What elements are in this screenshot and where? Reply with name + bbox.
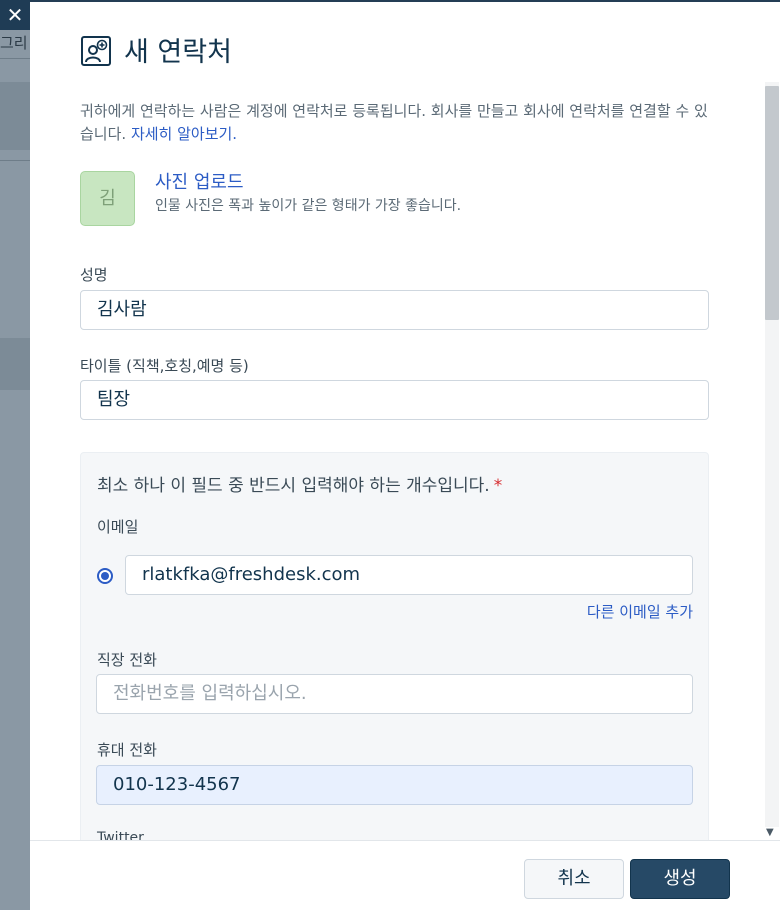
background-app: ✕ 그리: [0, 0, 30, 910]
upload-hint: 인물 사진은 폭과 높이가 같은 형태가 가장 좋습니다.: [155, 198, 462, 214]
title-label: 타이틀 (직책,호칭,예명 등): [80, 357, 249, 375]
panel-header: 새 연락처: [30, 2, 780, 82]
email-field[interactable]: rlatkfka@freshdesk.com: [125, 555, 693, 595]
scroll-down-icon[interactable]: ▼: [766, 827, 774, 838]
avatar: 김: [80, 171, 135, 226]
background-divider: [0, 160, 30, 161]
required-mark: *: [493, 476, 503, 496]
twitter-label: Twitter: [97, 830, 144, 840]
required-contact-group: 최소 하나 이 필드 중 반드시 입력해야 하는 개수입니다. * 이메일 rla…: [80, 452, 709, 840]
new-contact-panel: 새 연락처 귀하에게 연락하는 사람은 계정에 연락처로 등록됩니다. 회사를 …: [30, 0, 780, 910]
background-text: 그리: [0, 34, 28, 52]
name-label: 성명: [80, 266, 108, 284]
mobile-phone-field[interactable]: 010-123-4567: [96, 765, 693, 805]
form-scroll-area[interactable]: 귀하에게 연락하는 사람은 계정에 연락처로 등록됩니다. 회사를 만들고 회사…: [30, 82, 780, 840]
panel-footer: 취소 생성: [30, 840, 780, 910]
add-contact-icon: [81, 36, 111, 66]
upload-photo-link[interactable]: 사진 업로드: [155, 168, 244, 194]
work-phone-field[interactable]: 전화번호를 입력하십시오.: [96, 674, 693, 714]
background-band: [0, 338, 30, 390]
learn-more-link[interactable]: 자세히 알아보기.: [131, 125, 237, 143]
intro-text: 귀하에게 연락하는 사람은 계정에 연락처로 등록됩니다. 회사를 만들고 회사…: [80, 100, 720, 146]
primary-email-radio[interactable]: [97, 568, 113, 584]
group-heading: 최소 하나 이 필드 중 반드시 입력해야 하는 개수입니다. *: [97, 471, 502, 496]
background-divider: [0, 58, 30, 59]
title-field[interactable]: 팀장: [80, 380, 709, 420]
name-field[interactable]: 김사람: [80, 290, 709, 330]
cancel-button[interactable]: 취소: [524, 859, 624, 899]
email-label: 이메일: [97, 518, 139, 536]
work-phone-label: 직장 전화: [97, 651, 157, 669]
background-band: [0, 82, 30, 150]
group-heading-text: 최소 하나 이 필드 중 반드시 입력해야 하는 개수입니다.: [97, 476, 490, 496]
add-email-link[interactable]: 다른 이메일 추가: [587, 601, 693, 622]
scrollbar[interactable]: ▼: [762, 82, 779, 840]
close-icon[interactable]: ✕: [0, 0, 30, 30]
create-button[interactable]: 생성: [630, 859, 730, 899]
scroll-thumb[interactable]: [765, 86, 779, 320]
page-title: 새 연락처: [124, 37, 232, 68]
mobile-phone-label: 휴대 전화: [97, 741, 157, 759]
